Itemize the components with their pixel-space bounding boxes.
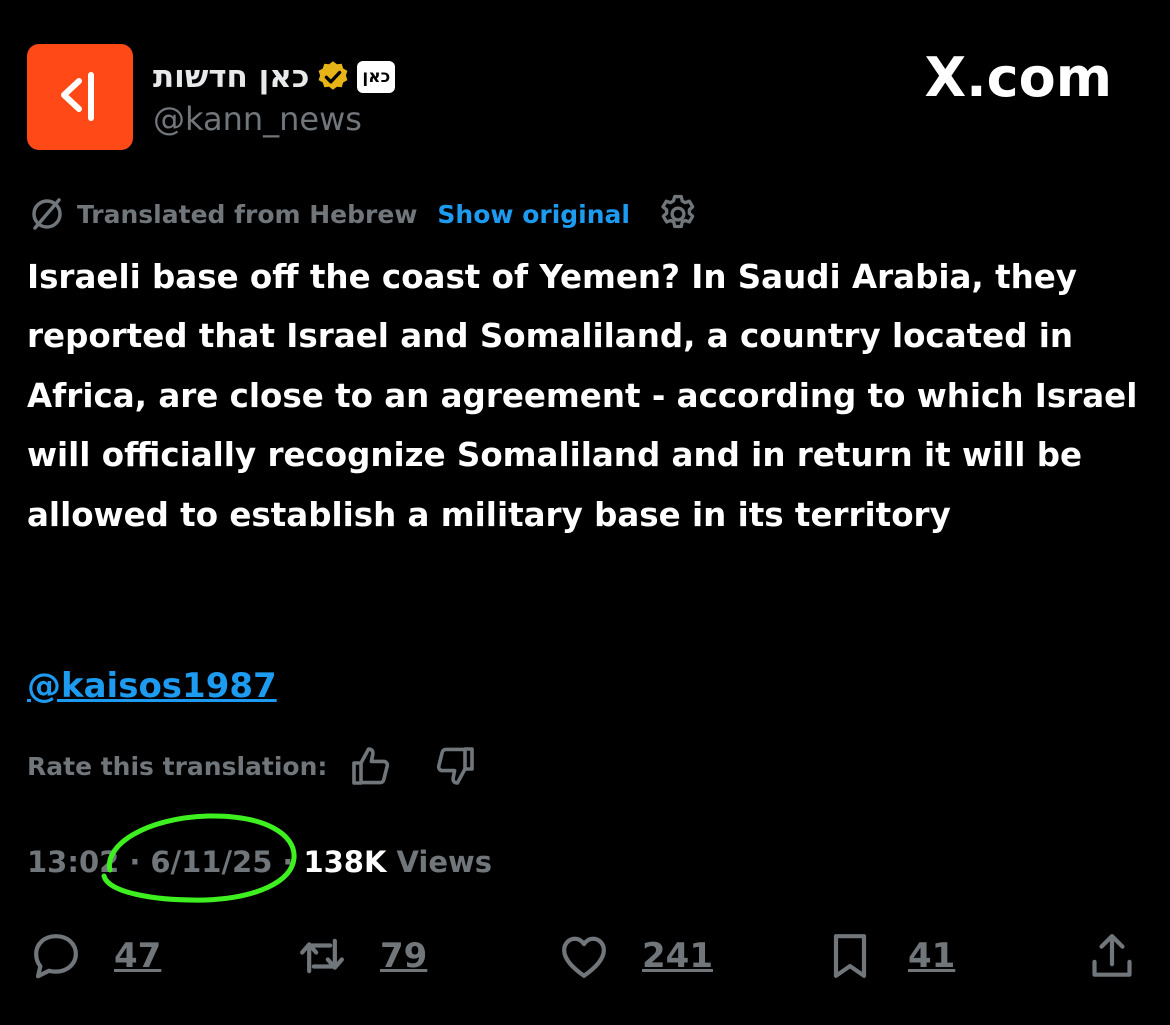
- translated-from-label: Translated from Hebrew: [77, 199, 418, 229]
- repost-count[interactable]: 79: [380, 936, 427, 976]
- like-count[interactable]: 241: [642, 936, 713, 976]
- translation-bar: Translated from Hebrew Show original: [27, 190, 700, 238]
- repost-icon[interactable]: [294, 928, 350, 984]
- views-label: Views: [396, 845, 493, 879]
- bookmark-action[interactable]: 41: [822, 918, 955, 994]
- rate-translation-row: Rate this translation:: [27, 740, 479, 792]
- bookmark-count[interactable]: 41: [908, 936, 955, 976]
- action-bar: 47 79 241 41: [0, 918, 1170, 994]
- rate-translation-label: Rate this translation:: [27, 751, 328, 781]
- display-name[interactable]: כאן חדשות: [153, 59, 309, 95]
- reply-count[interactable]: 47: [114, 936, 161, 976]
- share-action[interactable]: [1084, 918, 1140, 994]
- translate-slash-icon: [32, 198, 62, 230]
- meta-separator: ·: [129, 845, 141, 879]
- gear-icon[interactable]: [656, 192, 700, 236]
- like-action[interactable]: 241: [556, 918, 713, 994]
- avatar[interactable]: [27, 44, 133, 150]
- affiliate-badge[interactable]: כאן: [357, 61, 396, 93]
- mention-link[interactable]: @kaisos1987: [27, 666, 277, 706]
- meta-separator: ·: [282, 845, 294, 879]
- tweet-text: Israeli base off the coast of Yemen? In …: [27, 258, 1138, 534]
- tweet-meta: 13:02 · 6/11/25 · 138K Views: [27, 838, 492, 886]
- bookmark-icon[interactable]: [822, 928, 878, 984]
- heart-icon[interactable]: [556, 928, 612, 984]
- share-icon[interactable]: [1084, 928, 1140, 984]
- reply-action[interactable]: 47: [28, 918, 161, 994]
- author-name-row: כאן חדשות כאן: [153, 54, 396, 100]
- author-handle[interactable]: @kann_news: [153, 100, 362, 138]
- kan-logo-icon: [61, 72, 94, 121]
- views-count: 138K: [303, 845, 387, 879]
- site-name: X.com: [924, 46, 1112, 109]
- show-original-link[interactable]: Show original: [437, 200, 630, 229]
- verified-badge-icon: [319, 61, 348, 90]
- tweet-time[interactable]: 13:02: [27, 845, 119, 879]
- thumbs-up-icon[interactable]: [347, 742, 395, 790]
- thumbs-down-icon[interactable]: [431, 742, 479, 790]
- tweet-date[interactable]: 6/11/25: [150, 845, 272, 879]
- repost-action[interactable]: 79: [294, 918, 427, 994]
- reply-icon[interactable]: [28, 928, 84, 984]
